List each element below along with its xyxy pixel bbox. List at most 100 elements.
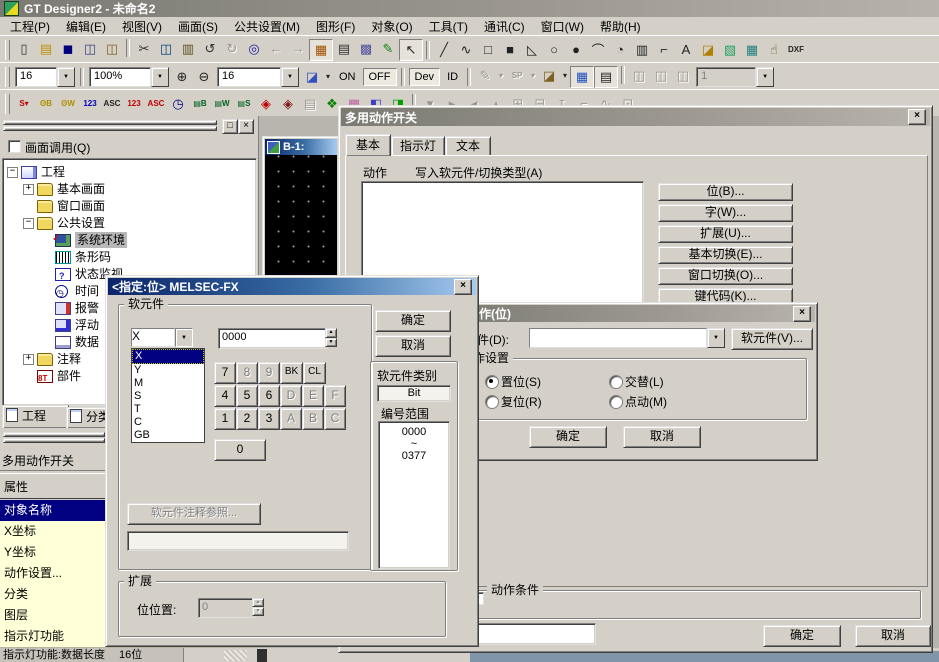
momentary-radio[interactable] bbox=[609, 395, 623, 409]
key-5[interactable]: 5 bbox=[236, 385, 258, 407]
menu-figure[interactable]: 图形(F) bbox=[308, 17, 363, 36]
numeric-input-icon[interactable]: 123 bbox=[123, 94, 145, 114]
zoom-combo[interactable]: 100%▼ bbox=[89, 67, 169, 87]
dropdown-arrow-icon[interactable]: ▼ bbox=[57, 67, 75, 87]
switch-dialog-titlebar[interactable]: 多用动作开关 × bbox=[341, 108, 930, 126]
line-icon[interactable]: ╱ bbox=[433, 40, 455, 60]
droplist-item[interactable]: M bbox=[132, 377, 204, 390]
dxf-import-icon[interactable]: DXF bbox=[785, 40, 807, 60]
dropdown-arrow-icon[interactable]: ▼ bbox=[707, 328, 725, 348]
dropdown-arrow-icon[interactable]: ▼ bbox=[151, 67, 169, 87]
key-4[interactable]: 4 bbox=[214, 385, 236, 407]
ink-style-icon[interactable]: ◪ bbox=[538, 66, 560, 86]
toggle-on[interactable]: ON bbox=[334, 69, 361, 85]
tab-text[interactable]: 文本 bbox=[445, 136, 491, 156]
new-file-icon[interactable]: ▯ bbox=[13, 39, 35, 59]
expand-icon[interactable]: + bbox=[23, 184, 34, 195]
number-spinner[interactable]: ▲ ▼ bbox=[325, 328, 337, 347]
text-icon[interactable]: A bbox=[675, 40, 697, 60]
polyline-icon[interactable]: ∿ bbox=[455, 40, 477, 60]
cancel-button[interactable]: 取消 bbox=[375, 335, 451, 357]
set-radio[interactable] bbox=[485, 375, 499, 389]
spin-down-icon[interactable]: ▼ bbox=[325, 338, 337, 348]
select-cursor-icon[interactable]: ↖ bbox=[399, 39, 423, 61]
copy-icon[interactable]: ◫ bbox=[155, 39, 177, 59]
key-1[interactable]: 1 bbox=[214, 408, 236, 430]
device-type-droplist[interactable]: X Y M S T C GB bbox=[131, 348, 205, 443]
device-type-combobox[interactable]: X ▼ bbox=[131, 328, 193, 347]
close-button[interactable]: × bbox=[454, 279, 472, 295]
expand-icon[interactable]: + bbox=[23, 354, 34, 365]
ascii-display-icon[interactable]: ASC bbox=[101, 94, 123, 114]
undo-icon[interactable]: ↺ bbox=[199, 39, 221, 59]
toggle-dev[interactable]: Dev bbox=[409, 68, 441, 86]
tab-basic[interactable]: 基本 bbox=[345, 134, 391, 156]
menu-project[interactable]: 工程(P) bbox=[2, 17, 58, 36]
key-3[interactable]: 3 bbox=[258, 408, 280, 430]
tab-project[interactable]: 工程 bbox=[2, 405, 69, 429]
clock-display-icon[interactable]: ◷ bbox=[167, 94, 189, 114]
droplist-item[interactable]: C bbox=[132, 416, 204, 429]
alarm-history-icon[interactable]: ◈ bbox=[255, 94, 277, 114]
key-2[interactable]: 2 bbox=[236, 408, 258, 430]
filled-rectangle-icon[interactable]: ■ bbox=[499, 40, 521, 60]
copy-screen-icon[interactable]: ◫ bbox=[101, 39, 123, 59]
property-list-icon[interactable]: ▤ bbox=[333, 39, 355, 59]
zoom-in-icon[interactable]: ⊕ bbox=[171, 67, 193, 87]
panel-maximize-button[interactable]: □ bbox=[222, 119, 238, 134]
alternate-radio[interactable] bbox=[609, 375, 623, 389]
ascii-input-icon[interactable]: ASC bbox=[145, 94, 167, 114]
panel-grab-bar[interactable] bbox=[3, 432, 105, 437]
key-cl[interactable]: CL bbox=[303, 362, 326, 384]
droplist-item[interactable]: T bbox=[132, 403, 204, 416]
editor-titlebar[interactable]: B-1: bbox=[265, 139, 337, 155]
image-icon[interactable]: ▧ bbox=[719, 40, 741, 60]
panel-grab-bar[interactable] bbox=[3, 120, 217, 125]
screen-call-checkbox[interactable] bbox=[8, 140, 21, 153]
device-number-field[interactable]: 0000 bbox=[218, 328, 328, 349]
piping-icon[interactable]: ⌐ bbox=[653, 40, 675, 60]
lamp-word-icon[interactable]: ʘW bbox=[57, 94, 79, 114]
touch-key-icon[interactable]: ☝ bbox=[763, 40, 785, 60]
screen-preview-icon[interactable]: ▦ bbox=[570, 66, 594, 88]
comment-word-icon[interactable]: ▤W bbox=[211, 94, 233, 114]
dropdown-arrow-icon[interactable]: ▼ bbox=[175, 328, 193, 347]
menu-view[interactable]: 视图(V) bbox=[114, 17, 170, 36]
ink-dropdown-icon[interactable]: ▾ bbox=[560, 66, 570, 86]
menu-communication[interactable]: 通讯(C) bbox=[476, 17, 533, 36]
key-7[interactable]: 7 bbox=[214, 362, 236, 384]
toolbar-grip[interactable] bbox=[5, 94, 10, 114]
status-scrollbar[interactable] bbox=[224, 650, 247, 661]
word-button[interactable]: 字(W)... bbox=[658, 204, 793, 222]
arc-icon[interactable]: ⌒ bbox=[587, 40, 609, 60]
save-file-icon[interactable]: ◼ bbox=[57, 39, 79, 59]
cancel-button[interactable]: 取消 bbox=[623, 426, 701, 448]
screen-image-icon[interactable]: ▦ bbox=[741, 40, 763, 60]
ok-button[interactable]: 确定 bbox=[529, 426, 607, 448]
rectangle-icon[interactable]: □ bbox=[477, 40, 499, 60]
close-button[interactable]: × bbox=[793, 306, 811, 322]
menu-screen[interactable]: 画面(S) bbox=[170, 17, 226, 36]
library-icon[interactable]: ▩ bbox=[355, 39, 377, 59]
droplist-item[interactable]: GB bbox=[132, 429, 204, 442]
paint-icon[interactable]: ◪ bbox=[697, 40, 719, 60]
screen-manager-icon[interactable]: ▦ bbox=[309, 39, 333, 61]
key-6[interactable]: 6 bbox=[258, 385, 280, 407]
device-button[interactable]: 软元件(V)... bbox=[731, 328, 813, 350]
panel-grab-bar[interactable] bbox=[3, 438, 105, 443]
ok-button[interactable]: 确定 bbox=[375, 310, 451, 332]
fill-dropdown-icon[interactable]: ▾ bbox=[323, 67, 333, 87]
base-switch-button[interactable]: 基本切换(E)... bbox=[658, 246, 793, 264]
numeric-display-icon[interactable]: 123 bbox=[79, 94, 101, 114]
open-screen-icon[interactable]: ◫ bbox=[79, 39, 101, 59]
droplist-item[interactable]: Y bbox=[132, 364, 204, 377]
open-file-icon[interactable]: ▤ bbox=[35, 39, 57, 59]
ok-button[interactable]: 确定 bbox=[763, 625, 841, 647]
fill-color-icon[interactable]: ◪ bbox=[301, 67, 323, 87]
comment-super-icon[interactable]: ▤S bbox=[233, 94, 255, 114]
alarm-list-icon[interactable]: ◈ bbox=[277, 94, 299, 114]
menu-common[interactable]: 公共设置(M) bbox=[226, 17, 308, 36]
droplist-item[interactable]: S bbox=[132, 390, 204, 403]
bit-button[interactable]: 位(B)... bbox=[658, 183, 793, 201]
toolbar-grip[interactable] bbox=[5, 40, 10, 60]
